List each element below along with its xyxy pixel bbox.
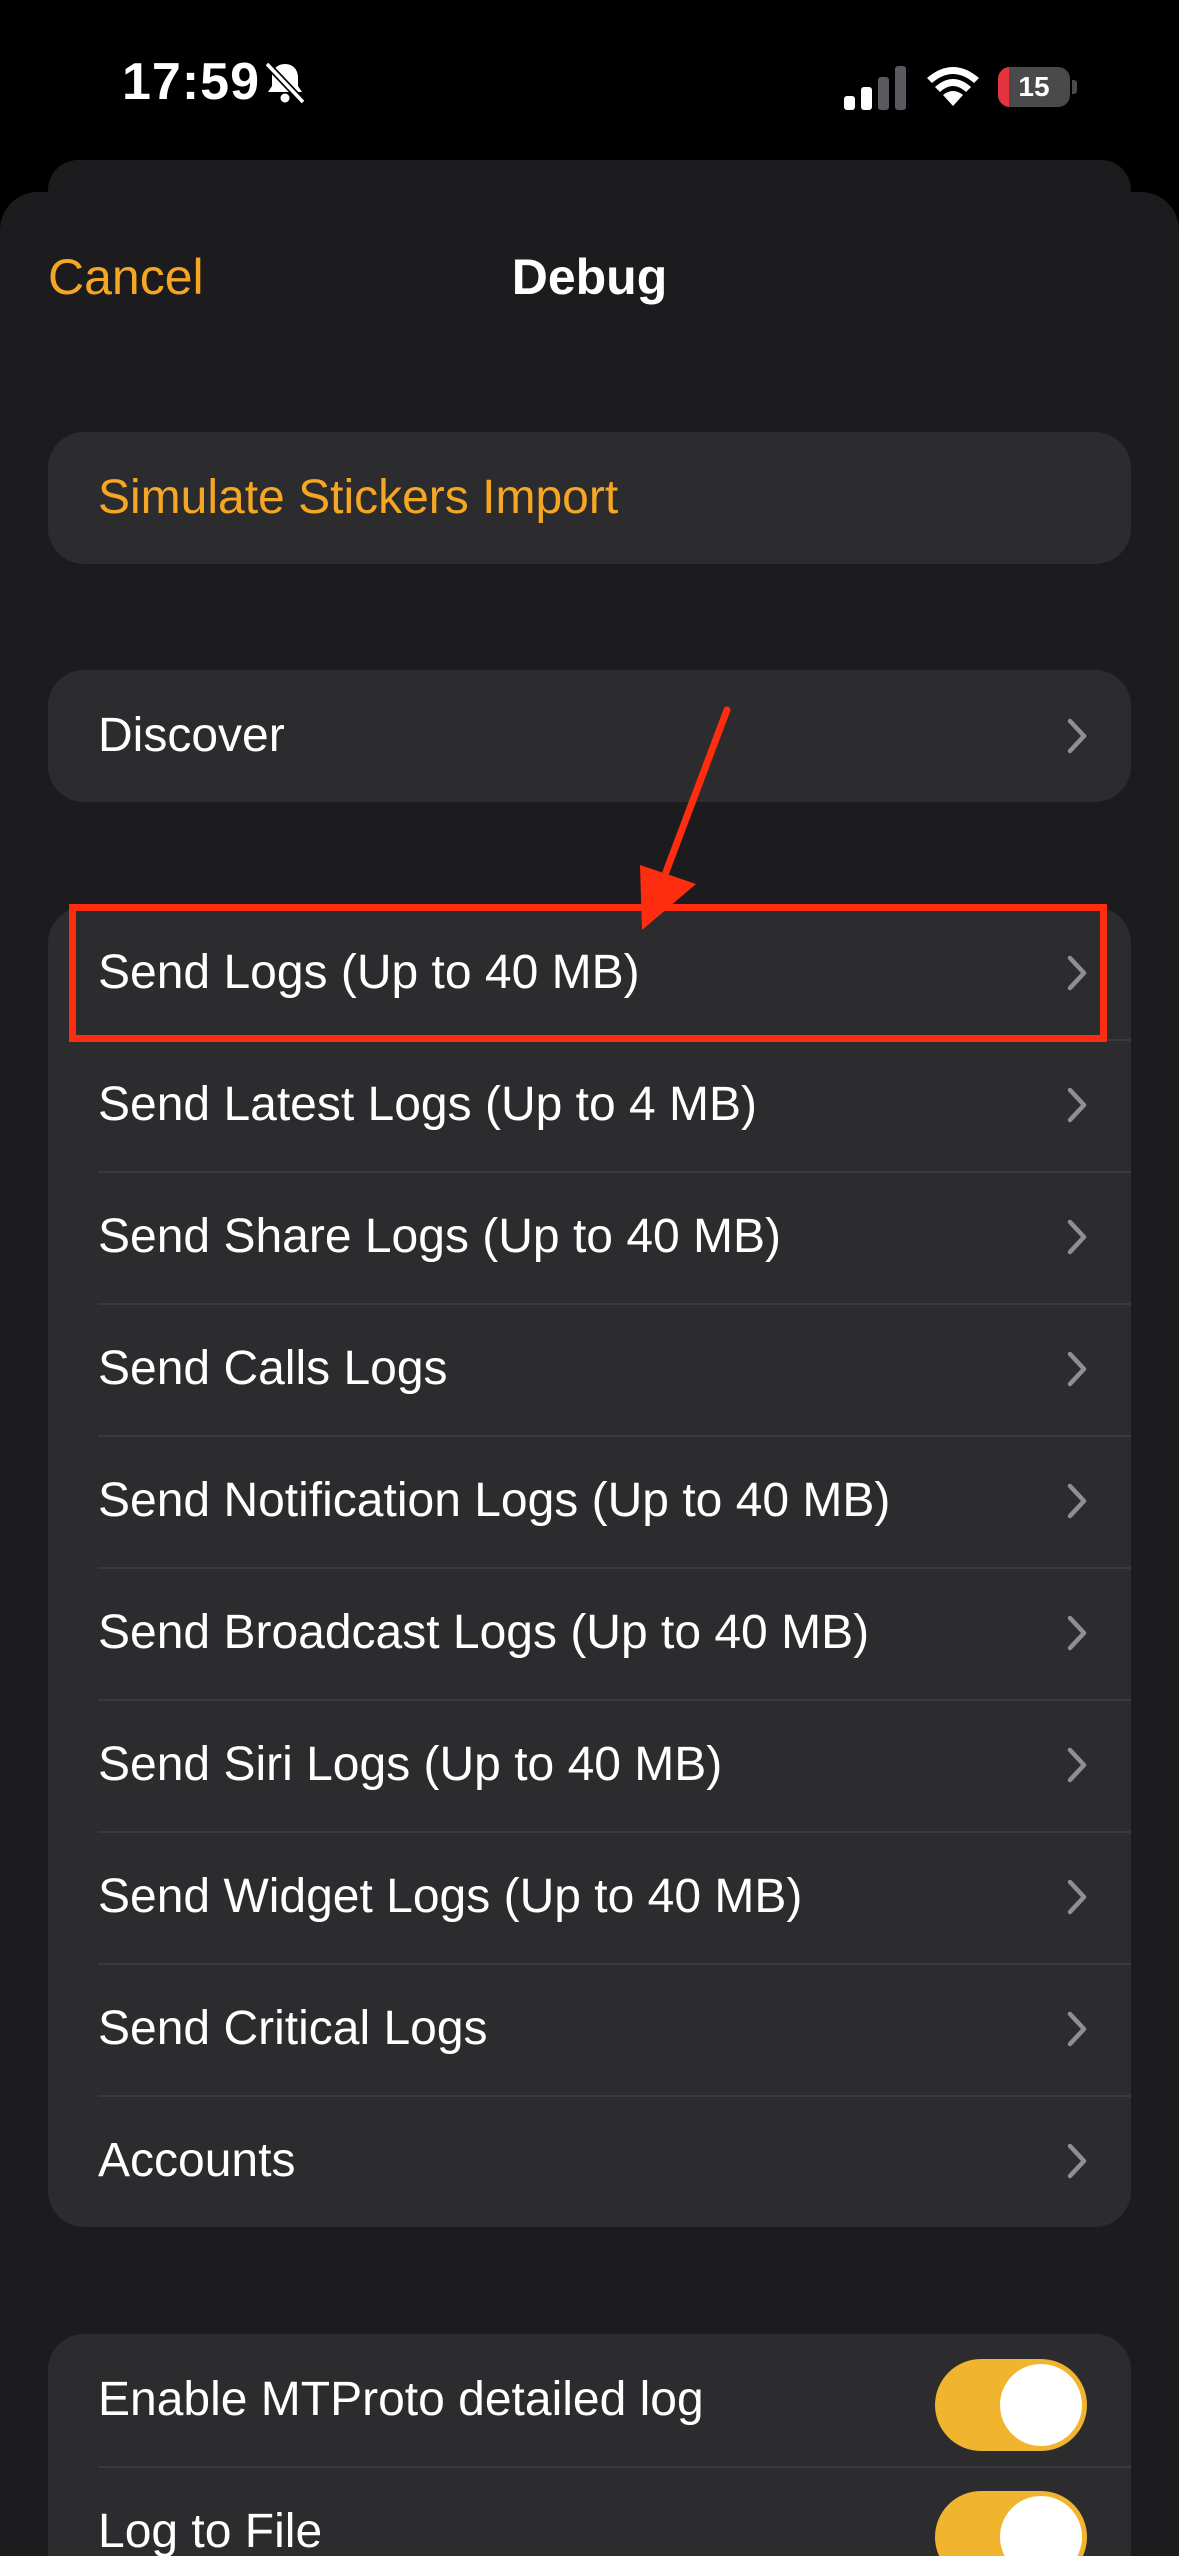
row-label: Enable MTProto detailed log [98,2373,704,2426]
send-calls-logs-row[interactable]: Send Calls Logs [48,1303,1131,1435]
simulate-stickers-import-button[interactable]: Simulate Stickers Import [48,432,1131,564]
logging-toggles-group: Enable MTProto detailed log Log to File [48,2334,1131,2556]
accounts-row[interactable]: Accounts [48,2095,1131,2227]
chevron-right-icon [1067,1351,1087,1387]
chevron-right-icon [1067,2143,1087,2179]
annotation-arrow-icon [640,706,731,930]
row-label: Discover [98,709,285,762]
logs-group: Send Logs (Up to 40 MB) Send Latest Logs… [48,907,1131,2227]
chevron-right-icon [1067,1219,1087,1255]
row-label: Send Critical Logs [98,2002,488,2055]
battery-icon: 15 [998,67,1078,107]
send-share-logs-row[interactable]: Send Share Logs (Up to 40 MB) [48,1171,1131,1303]
cancel-button[interactable]: Cancel [48,248,204,306]
chevron-right-icon [1067,1087,1087,1123]
log-to-file-row: Log to File [48,2466,1131,2556]
signal-icon [844,66,906,110]
toggle-knob [1000,2364,1082,2446]
chevron-right-icon [1067,1615,1087,1651]
chevron-right-icon [1067,1879,1087,1915]
row-label: Log to File [98,2505,323,2556]
send-latest-logs-row[interactable]: Send Latest Logs (Up to 4 MB) [48,1039,1131,1171]
row-label: Send Share Logs (Up to 40 MB) [98,1210,782,1263]
chevron-right-icon [1067,1483,1087,1519]
bell-slash-icon [264,61,306,105]
chevron-right-icon [1067,718,1087,754]
stickers-group: Simulate Stickers Import [48,432,1131,564]
status-bar: 17:59 15 [0,0,1179,160]
toggle-knob [1000,2496,1082,2556]
log-to-file-toggle[interactable] [935,2491,1087,2556]
send-notification-logs-row[interactable]: Send Notification Logs (Up to 40 MB) [48,1435,1131,1567]
wifi-icon [927,67,979,106]
mtproto-detailed-log-row: Enable MTProto detailed log [48,2334,1131,2466]
row-label: Send Calls Logs [98,1342,448,1395]
row-label: Send Broadcast Logs (Up to 40 MB) [98,1606,870,1659]
battery-level: 15 [1018,71,1050,102]
row-label: Send Latest Logs (Up to 4 MB) [98,1078,758,1131]
chevron-right-icon [1067,1747,1087,1783]
send-broadcast-logs-row[interactable]: Send Broadcast Logs (Up to 40 MB) [48,1567,1131,1699]
send-siri-logs-row[interactable]: Send Siri Logs (Up to 40 MB) [48,1699,1131,1831]
discover-group: Discover [48,670,1131,802]
row-label: Accounts [98,2134,296,2187]
discover-row[interactable]: Discover [48,670,1131,802]
row-label: Send Siri Logs (Up to 40 MB) [98,1738,723,1791]
mtproto-detailed-log-toggle[interactable] [935,2359,1087,2451]
chevron-right-icon [1067,2011,1087,2047]
annotation-highlight-box [69,904,1107,1042]
status-time: 17:59 [122,53,260,111]
send-critical-logs-row[interactable]: Send Critical Logs [48,1963,1131,2095]
row-label: Simulate Stickers Import [98,471,619,524]
row-label: Send Notification Logs (Up to 40 MB) [98,1474,891,1527]
row-label: Send Widget Logs (Up to 40 MB) [98,1870,803,1923]
send-widget-logs-row[interactable]: Send Widget Logs (Up to 40 MB) [48,1831,1131,1963]
